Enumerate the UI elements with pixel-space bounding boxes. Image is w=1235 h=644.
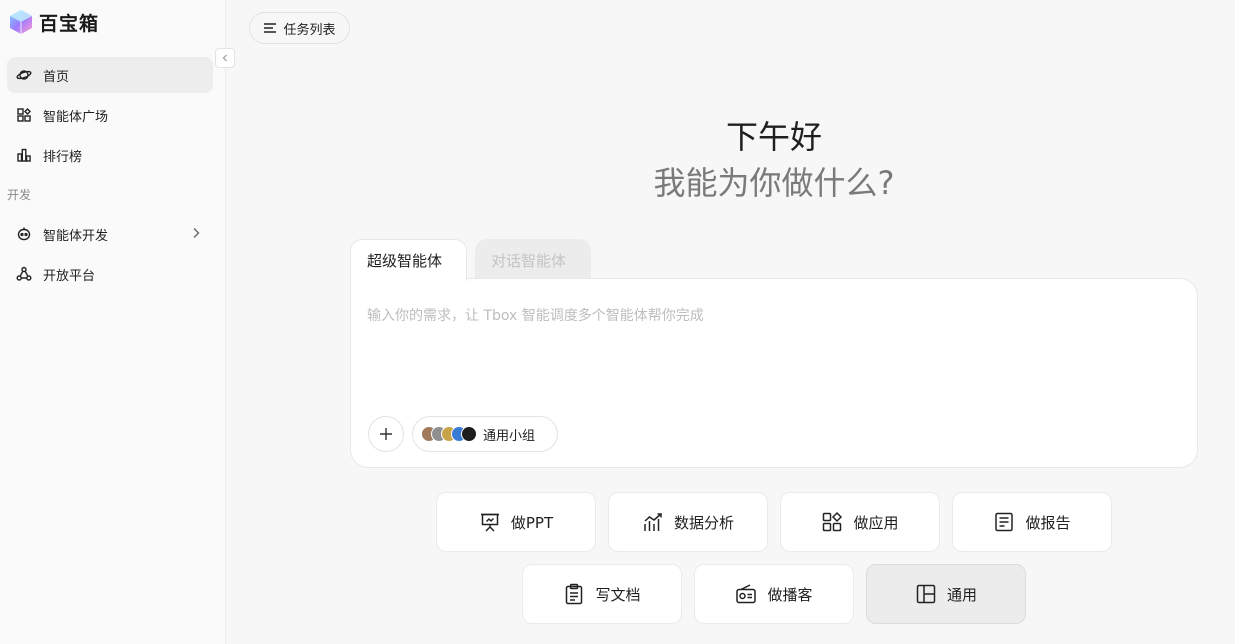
layout-icon [916,584,936,604]
add-attachment-button[interactable] [368,416,404,452]
action-label: 做PPT [510,513,554,532]
document-icon [995,512,1014,532]
radio-icon [736,584,757,604]
sidebar-item-label: 智能体开发 [43,228,109,244]
planet-icon [15,66,33,84]
greeting-title: 下午好 [725,118,822,156]
tab-chat-agent[interactable]: 对话智能体 [475,239,591,281]
composer-card: 通用小组 [350,278,1198,468]
action-label: 做应用 [853,513,899,532]
robot-icon [15,225,33,243]
make-report-button[interactable]: 做报告 [952,492,1112,552]
tab-super-agent[interactable]: 超级智能体 [350,239,467,281]
network-icon [15,265,33,283]
general-button[interactable]: 通用 [866,564,1026,624]
greeting-subtitle: 我能为你做什么? [653,164,895,202]
make-ppt-button[interactable]: 做PPT [436,492,596,552]
list-icon [264,23,277,33]
section-label-dev: 开发 [7,188,32,202]
box-logo-icon [10,10,32,34]
prompt-input[interactable] [367,305,1167,385]
sidebar-item-label: 首页 [43,69,70,85]
task-list-button[interactable]: 任务列表 [249,12,350,44]
action-label: 数据分析 [673,513,734,532]
sidebar-item-agent-dev[interactable]: 智能体开发 [7,216,213,252]
action-label: 写文档 [595,585,641,604]
action-label: 做报告 [1025,513,1071,532]
data-analysis-button[interactable]: 数据分析 [608,492,768,552]
presentation-icon [480,513,499,532]
grid-icon [15,106,33,124]
bar-chart-icon [15,146,33,164]
sidebar-item-label: 智能体广场 [43,109,109,125]
sidebar-collapse-button[interactable] [215,48,235,68]
agent-avatars [421,426,477,442]
task-list-label: 任务列表 [283,22,336,38]
action-label: 做播客 [767,585,813,604]
sidebar: 百宝箱 首页 智能体广场 排行榜 开发 智能体开发 开放平台 [0,0,226,644]
agent-group-selector[interactable]: 通用小组 [412,416,558,452]
agent-group-label: 通用小组 [483,428,536,444]
sidebar-item-agent-square[interactable]: 智能体广场 [7,97,213,133]
clipboard-icon [566,583,583,605]
plus-icon [380,428,392,440]
apps-icon [823,511,843,532]
app-name: 百宝箱 [39,12,100,35]
avatar [461,426,477,442]
chevron-right-icon [193,228,200,238]
make-podcast-button[interactable]: 做播客 [694,564,854,624]
sidebar-item-open-platform[interactable]: 开放平台 [7,256,213,292]
make-app-button[interactable]: 做应用 [780,492,940,552]
write-doc-button[interactable]: 写文档 [522,564,682,624]
app-logo[interactable]: 百宝箱 [7,8,99,36]
chevron-left-icon [222,54,227,62]
trend-chart-icon [644,513,662,531]
sidebar-item-leaderboard[interactable]: 排行榜 [7,137,213,173]
sidebar-item-label: 排行榜 [43,149,83,165]
sidebar-item-label: 开放平台 [43,268,96,284]
action-label: 通用 [946,585,977,604]
sidebar-item-home[interactable]: 首页 [7,57,213,93]
